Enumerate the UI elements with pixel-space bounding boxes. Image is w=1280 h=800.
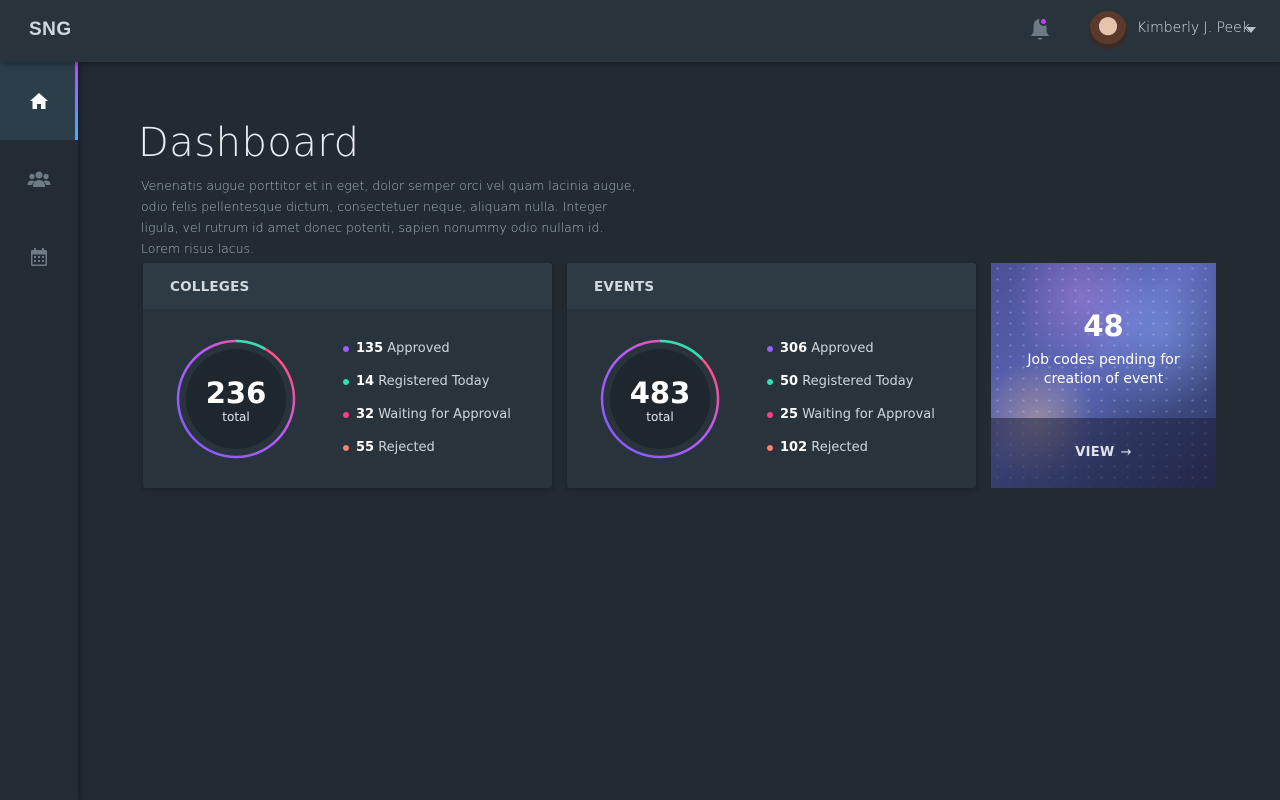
stat-label: Waiting for Approval: [802, 407, 935, 422]
job-codes-text: Job codes pending for creation of event: [1027, 352, 1180, 387]
sidebar-item-users[interactable]: [0, 140, 78, 218]
status-dot: [343, 412, 349, 418]
status-dot: [343, 445, 349, 451]
status-dot: [343, 379, 349, 385]
card-title: EVENTS: [567, 263, 976, 309]
stat-label: Registered Today: [378, 374, 490, 389]
top-bar: SNG Kimberly J. Peek: [0, 0, 1280, 62]
stat-registered-today: 14 Registered Today: [343, 374, 511, 407]
stat-rejected: 102 Rejected: [767, 440, 935, 473]
events-total: 483: [629, 376, 691, 410]
card-title: COLLEGES: [143, 263, 552, 309]
stat-registered-today: 50 Registered Today: [767, 374, 935, 407]
stat-label: Waiting for Approval: [378, 407, 511, 422]
sidebar-item-calendar[interactable]: [0, 218, 78, 296]
stat-value: 135: [356, 341, 384, 356]
colleges-stats: 135 Approved 14 Registered Today 32 Wait…: [343, 341, 511, 473]
notification-badge: [1039, 17, 1048, 26]
events-total-label: total: [646, 410, 674, 424]
stat-value: 306: [780, 341, 808, 356]
events-stats: 306 Approved 50 Registered Today 25 Wait…: [767, 341, 935, 473]
view-label: VIEW: [1075, 445, 1115, 460]
stat-value: 55: [356, 440, 375, 455]
job-codes-count: 48: [1083, 309, 1124, 343]
app-logo[interactable]: SNG: [29, 19, 72, 41]
stat-value: 25: [780, 407, 799, 422]
status-dot: [767, 412, 773, 418]
stat-value: 102: [780, 440, 808, 455]
status-dot: [343, 346, 349, 352]
page-description: Venenatis augue porttitor et in eget, do…: [141, 178, 636, 256]
stat-value: 32: [356, 407, 375, 422]
stat-approved: 135 Approved: [343, 341, 511, 374]
stat-rejected: 55 Rejected: [343, 440, 511, 473]
stat-label: Rejected: [811, 440, 868, 455]
stat-value: 14: [356, 374, 375, 389]
sidebar: [0, 62, 78, 800]
colleges-card: COLLEGES 236 total 135 Approved 14 Regis…: [143, 263, 552, 488]
users-icon: [27, 171, 51, 187]
arrow-right-icon: →: [1120, 445, 1132, 460]
sidebar-item-home[interactable]: [0, 62, 78, 140]
avatar[interactable]: [1089, 11, 1127, 49]
chevron-down-icon[interactable]: [1246, 27, 1256, 33]
stat-label: Approved: [811, 341, 874, 356]
calendar-icon: [31, 248, 47, 266]
view-button[interactable]: VIEW →: [991, 445, 1216, 460]
stat-value: 50: [780, 374, 799, 389]
page-title: Dashboard: [138, 120, 360, 166]
stat-waiting: 25 Waiting for Approval: [767, 407, 935, 440]
job-codes-card: 48 Job codes pending for creation of eve…: [991, 263, 1216, 488]
home-icon: [30, 93, 48, 109]
colleges-total: 236: [205, 376, 267, 410]
user-name[interactable]: Kimberly J. Peek: [1137, 20, 1250, 36]
colleges-total-label: total: [222, 410, 250, 424]
stat-label: Rejected: [378, 440, 435, 455]
stat-label: Approved: [387, 341, 450, 356]
events-card: EVENTS 483 total 306 Approved 50 Registe…: [567, 263, 976, 488]
status-dot: [767, 379, 773, 385]
stat-label: Registered Today: [802, 374, 914, 389]
status-dot: [767, 346, 773, 352]
stat-waiting: 32 Waiting for Approval: [343, 407, 511, 440]
status-dot: [767, 445, 773, 451]
stat-approved: 306 Approved: [767, 341, 935, 374]
